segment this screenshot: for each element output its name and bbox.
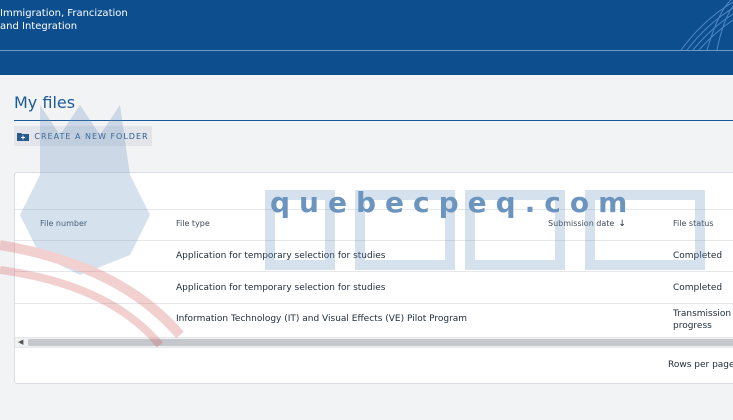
rows-per-page-label: Rows per page bbox=[668, 360, 733, 370]
file-type-cell: Application for temporary selection for … bbox=[176, 251, 386, 261]
watermark-text: quebecpeq.com bbox=[270, 186, 637, 219]
column-header-file-number[interactable]: File number bbox=[40, 219, 87, 228]
file-status-cell: Completed bbox=[673, 283, 723, 293]
file-status-cell: Completed bbox=[673, 251, 723, 261]
ministry-name-line2: and Integration bbox=[0, 21, 78, 32]
file-status-cell: Transmission progress bbox=[673, 308, 731, 332]
table-row[interactable]: Information Technology (IT) and Visual E… bbox=[15, 304, 733, 336]
column-header-submission-date-label: Submission date bbox=[548, 219, 615, 228]
file-type-cell: Application for temporary selection for … bbox=[176, 283, 386, 293]
table-row[interactable]: Application for temporary selection for … bbox=[15, 240, 733, 272]
top-banner: Immigration, Francization and Integratio… bbox=[0, 0, 733, 75]
ministry-name-line1: Immigration, Francization bbox=[0, 8, 128, 19]
table-row[interactable]: Application for temporary selection for … bbox=[15, 272, 733, 304]
ministry-name: Immigration, Francization and Integratio… bbox=[0, 7, 128, 33]
sort-descending-icon[interactable]: ↓ bbox=[618, 219, 626, 229]
file-status-line1: Transmission bbox=[673, 309, 732, 319]
create-folder-label: CREATE A NEW FOLDER bbox=[34, 131, 149, 141]
file-status-line2: progress bbox=[673, 321, 712, 331]
page-title: My files bbox=[14, 93, 76, 112]
create-folder-button[interactable]: CREATE A NEW FOLDER bbox=[14, 126, 152, 146]
column-header-submission-date[interactable]: Submission date ↓ bbox=[548, 219, 626, 229]
scrollbar-thumb[interactable] bbox=[28, 339, 733, 346]
banner-divider bbox=[0, 50, 733, 51]
column-header-file-status[interactable]: File status bbox=[673, 219, 714, 228]
decorative-wave-graphic bbox=[680, 0, 733, 50]
file-type-cell: Information Technology (IT) and Visual E… bbox=[176, 314, 468, 324]
scroll-left-arrow-icon[interactable]: ◀ bbox=[18, 338, 23, 347]
folder-plus-icon bbox=[17, 132, 30, 141]
title-underline bbox=[14, 120, 733, 121]
column-header-file-type[interactable]: File type bbox=[176, 219, 210, 228]
horizontal-scrollbar[interactable]: ◀ bbox=[15, 337, 733, 348]
